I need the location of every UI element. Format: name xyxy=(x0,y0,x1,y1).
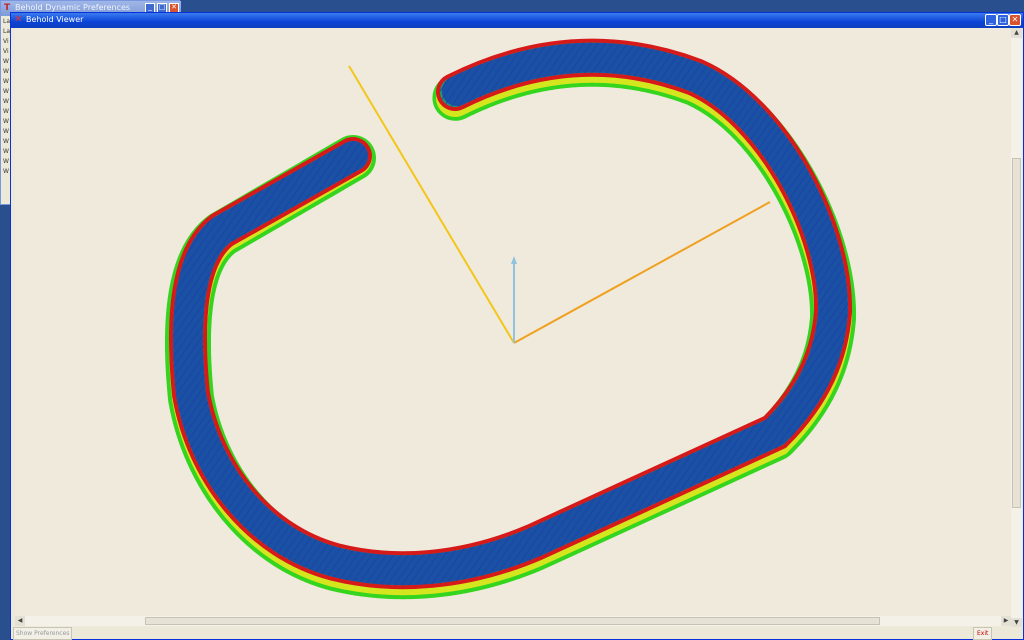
show-preferences-button[interactable]: Show Preferences xyxy=(13,627,73,640)
minimize-button[interactable]: _ xyxy=(985,14,997,26)
background-window-title: Behold Dynamic Preferences xyxy=(15,3,131,12)
axis-z-arrowhead xyxy=(511,256,517,264)
app-icon: ✕ xyxy=(14,14,23,25)
scroll-right-icon[interactable]: ▶ xyxy=(1001,616,1011,626)
vertical-scrollbar[interactable]: ▲ ▼ xyxy=(1011,28,1022,628)
main-window[interactable]: ✕ Behold Viewer _ □ ✕ ▲ ▼ ◀ ▶ Show Prefe… xyxy=(10,12,1024,640)
main-window-titlebar[interactable]: ✕ Behold Viewer _ □ ✕ xyxy=(11,13,1023,28)
track-side xyxy=(165,40,857,600)
close-button[interactable]: ✕ xyxy=(1009,14,1021,26)
scroll-left-icon[interactable]: ◀ xyxy=(15,616,25,626)
window-title: Behold Viewer xyxy=(26,15,84,24)
scene-canvas[interactable] xyxy=(15,28,1011,628)
bottom-bar: Show Preferences Exit xyxy=(11,627,1023,640)
exit-button[interactable]: Exit xyxy=(973,627,993,640)
axis-x xyxy=(513,201,771,344)
maximize-button[interactable]: □ xyxy=(997,14,1009,26)
3d-viewport[interactable] xyxy=(15,28,1011,628)
scroll-up-icon[interactable]: ▲ xyxy=(1011,28,1022,38)
horizontal-scrollbar[interactable]: ◀ ▶ xyxy=(15,616,1011,626)
horizontal-scroll-thumb[interactable] xyxy=(145,617,880,625)
vertical-scroll-thumb[interactable] xyxy=(1012,158,1021,508)
